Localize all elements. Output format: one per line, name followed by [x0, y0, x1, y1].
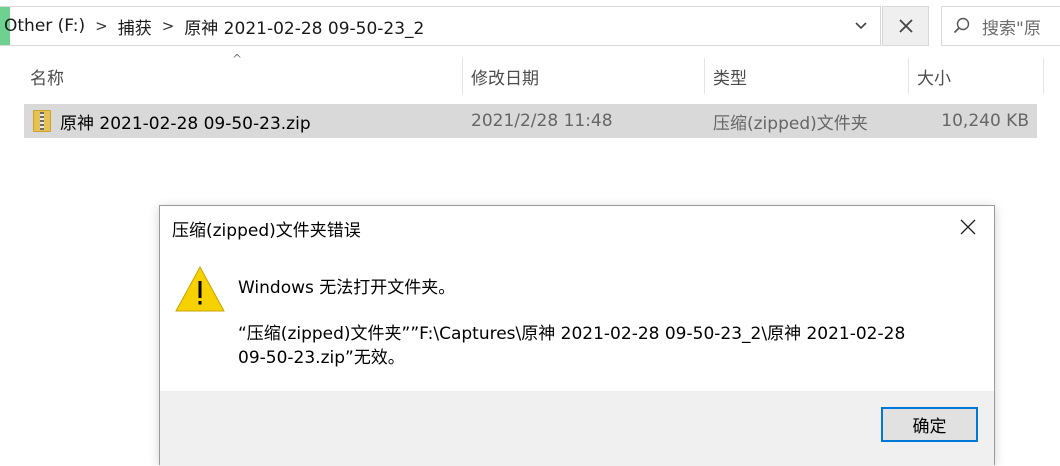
breadcrumb-folder-captures[interactable]: 捕获 [114, 14, 156, 39]
dialog-message-detail-line: “压缩(zipped)文件夹””F:\Captures\原神 2021-02-2… [238, 324, 906, 344]
file-type: 压缩(zipped)文件夹 [713, 113, 868, 134]
column-header-name[interactable]: 名称 [30, 58, 462, 94]
search-placeholder: 搜索"原 [982, 18, 1041, 39]
error-dialog: 压缩(zipped)文件夹错误 Windows 无法打开文件夹。 “压缩(zip… [159, 205, 995, 466]
column-header-date[interactable]: 修改日期 [471, 58, 703, 94]
search-input[interactable]: 搜索"原 [941, 6, 1060, 46]
breadcrumb-separator-icon[interactable]: > [89, 17, 114, 35]
breadcrumb-drive[interactable]: Other (F:) [0, 16, 89, 36]
breadcrumb-separator-icon[interactable]: > [156, 17, 181, 35]
chevron-down-icon[interactable] [848, 7, 874, 45]
file-name[interactable]: 原神 2021-02-28 09-50-23.zip [60, 104, 311, 138]
column-divider[interactable] [908, 58, 909, 94]
search-icon [942, 17, 982, 35]
file-date-modified: 2021/2/28 11:48 [471, 111, 613, 131]
column-divider[interactable] [1043, 58, 1044, 94]
column-divider[interactable] [462, 58, 463, 94]
dialog-message-main: Windows 无法打开文件夹。 [238, 278, 456, 298]
file-size: 10,240 KB [941, 111, 1029, 131]
dialog-message-detail-line: 09-50-23.zip”无效。 [238, 348, 405, 368]
dialog-footer: 确定 [160, 391, 994, 466]
close-icon[interactable] [956, 214, 980, 240]
ok-button[interactable]: 确定 [881, 407, 978, 442]
column-divider[interactable] [704, 58, 705, 94]
dialog-message-detail: “压缩(zipped)文件夹””F:\Captures\原神 2021-02-2… [238, 322, 958, 370]
column-header-type[interactable]: 类型 [713, 58, 908, 94]
close-icon[interactable] [882, 6, 929, 46]
breadcrumb-folder-current[interactable]: 原神 2021-02-28 09-50-23_2 [180, 14, 428, 39]
address-bar[interactable]: Other (F:) > 捕获 > 原神 2021-02-28 09-50-23… [0, 6, 881, 46]
zip-folder-icon [33, 110, 51, 132]
breadcrumb[interactable]: Other (F:) > 捕获 > 原神 2021-02-28 09-50-23… [0, 7, 428, 45]
file-row[interactable]: 原神 2021-02-28 09-50-23.zip 2021/2/28 11:… [24, 104, 1037, 138]
warning-icon [175, 265, 225, 312]
column-header-size[interactable]: 大小 [917, 58, 1037, 94]
dialog-title: 压缩(zipped)文件夹错误 [172, 221, 361, 241]
